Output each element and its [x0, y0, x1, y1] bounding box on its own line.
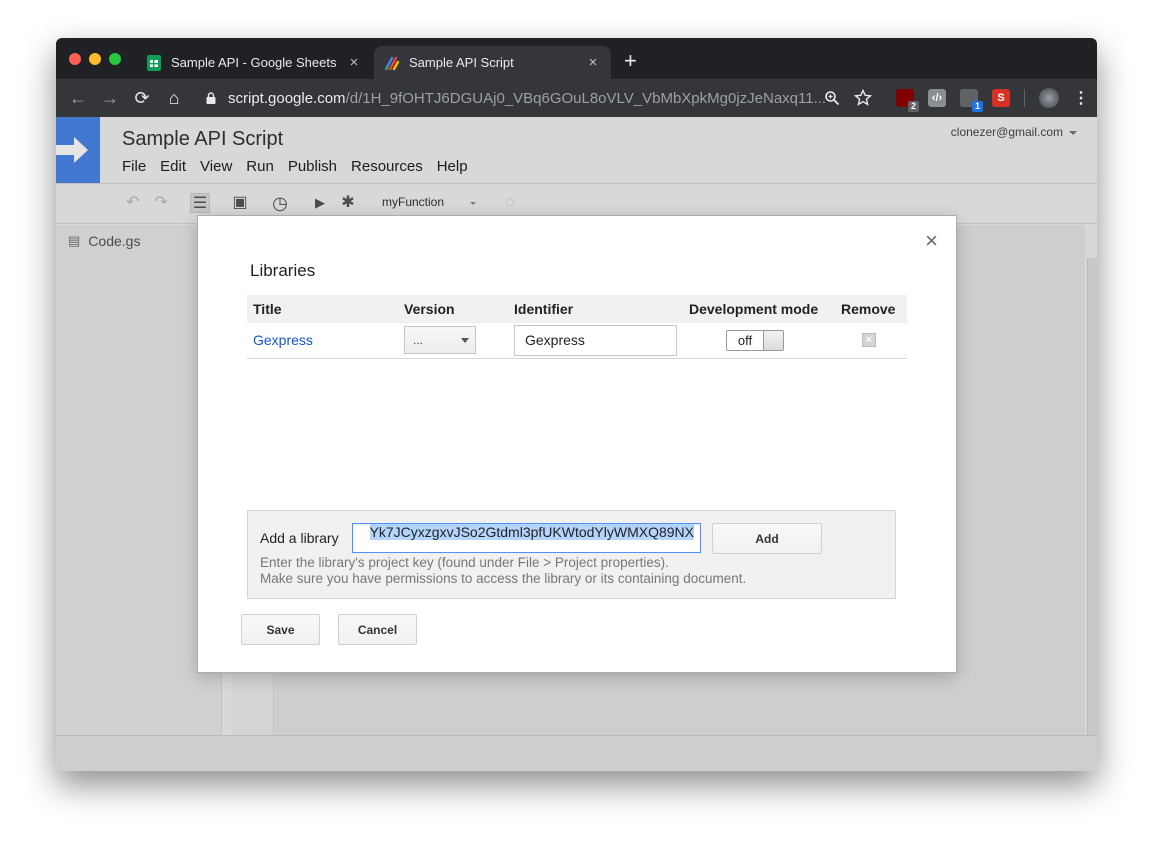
tab-title: Sample API - Google Sheets — [171, 55, 337, 70]
address-bar[interactable]: script.google.com /d/1H_9fOHTJ6DGUAj0_VB… — [206, 83, 856, 113]
minimize-window-button[interactable] — [89, 53, 101, 65]
star-icon[interactable] — [854, 89, 872, 107]
tab-title: Sample API Script — [409, 55, 514, 70]
version-select[interactable]: ... — [404, 326, 476, 355]
add-library-input[interactable]: Yk7JCyxzgxvJSo2Gtdml3pfUKWtodYlyWMXQ89NX — [352, 523, 701, 553]
dialog-title: Libraries — [250, 261, 316, 280]
reload-icon[interactable]: ⟳ — [126, 88, 158, 109]
ublock-extension-icon[interactable]: 2 — [896, 89, 919, 112]
back-arrow-icon[interactable]: ← — [62, 88, 94, 109]
cancel-button[interactable]: Cancel — [338, 614, 417, 645]
library-title-link[interactable]: Gexpress — [253, 332, 313, 348]
add-library-label: Add a library — [260, 530, 339, 546]
extension-badge: 2 — [908, 101, 919, 112]
column-header-development-mode: Development mode — [683, 295, 835, 323]
tab-close-icon[interactable]: × — [344, 54, 364, 71]
lock-icon — [206, 92, 216, 104]
sheets-icon — [147, 54, 161, 71]
zoom-icon[interactable] — [824, 90, 840, 106]
profile-avatar[interactable] — [1039, 88, 1059, 108]
libraries-dialog: × Libraries Title Version Identifier Dev… — [197, 215, 957, 673]
tab-close-icon[interactable]: × — [583, 54, 603, 71]
version-value: ... — [413, 333, 424, 348]
apps-script-icon — [384, 56, 400, 70]
tab-apps-script[interactable]: Sample API Script × — [374, 46, 611, 79]
add-library-panel: Add a library Yk7JCyxzgxvJSo2Gtdml3pfUKW… — [247, 510, 896, 599]
close-icon[interactable]: × — [925, 230, 938, 252]
close-window-button[interactable] — [69, 53, 81, 65]
development-mode-toggle[interactable]: off — [726, 329, 784, 351]
toolbar-divider — [1024, 89, 1025, 107]
tab-google-sheets[interactable]: Sample API - Google Sheets × — [136, 46, 372, 79]
selected-text: Yk7JCyxzgxvJSo2Gtdml3pfUKWtodYlyWMXQ89NX — [369, 524, 694, 540]
toggle-knob — [763, 330, 783, 350]
column-header-title: Title — [247, 295, 398, 323]
maximize-window-button[interactable] — [109, 53, 121, 65]
add-library-help: Enter the library's project key (found u… — [260, 555, 746, 587]
save-button[interactable]: Save — [241, 614, 320, 645]
table-row: Gexpress ... off × — [247, 323, 907, 359]
code-extension-icon[interactable]: ‹/› — [928, 89, 946, 107]
help-text-line: Make sure you have permissions to access… — [260, 571, 747, 586]
extension-icon[interactable]: 1 — [960, 89, 983, 112]
toolbar-icons: 2 ‹/› 1 S ⋮ — [824, 79, 1089, 117]
extension-badge: 1 — [972, 101, 983, 112]
browser-menu-icon[interactable]: ⋮ — [1073, 88, 1089, 108]
help-text-line: Enter the library's project key (found u… — [260, 555, 669, 570]
s-extension-icon[interactable]: S — [992, 89, 1010, 107]
browser-toolbar: ← → ⟳ ⌂ script.google.com /d/1H_9fOHTJ6D… — [56, 79, 1097, 117]
identifier-input[interactable] — [514, 324, 677, 356]
toggle-label: off — [737, 332, 753, 348]
tab-strip: Sample API - Google Sheets × Sample API … — [56, 38, 1097, 79]
remove-library-icon[interactable]: × — [862, 333, 876, 348]
add-library-button[interactable]: Add — [712, 523, 822, 554]
home-icon[interactable]: ⌂ — [158, 88, 190, 109]
table-header-row: Title Version Identifier Development mod… — [247, 295, 907, 323]
new-tab-button[interactable]: + — [624, 50, 637, 72]
url-host: script.google.com — [228, 89, 346, 107]
column-header-version: Version — [398, 295, 508, 323]
column-header-remove: Remove — [835, 295, 907, 323]
url-path: /d/1H_9fOHTJ6DGUAj0_VBq6GOuL8oVLV_VbMbXp… — [345, 89, 827, 107]
libraries-table: Title Version Identifier Development mod… — [247, 295, 907, 359]
column-header-identifier: Identifier — [508, 295, 683, 323]
chevron-down-icon — [461, 338, 469, 344]
forward-arrow-icon[interactable]: → — [94, 88, 126, 109]
